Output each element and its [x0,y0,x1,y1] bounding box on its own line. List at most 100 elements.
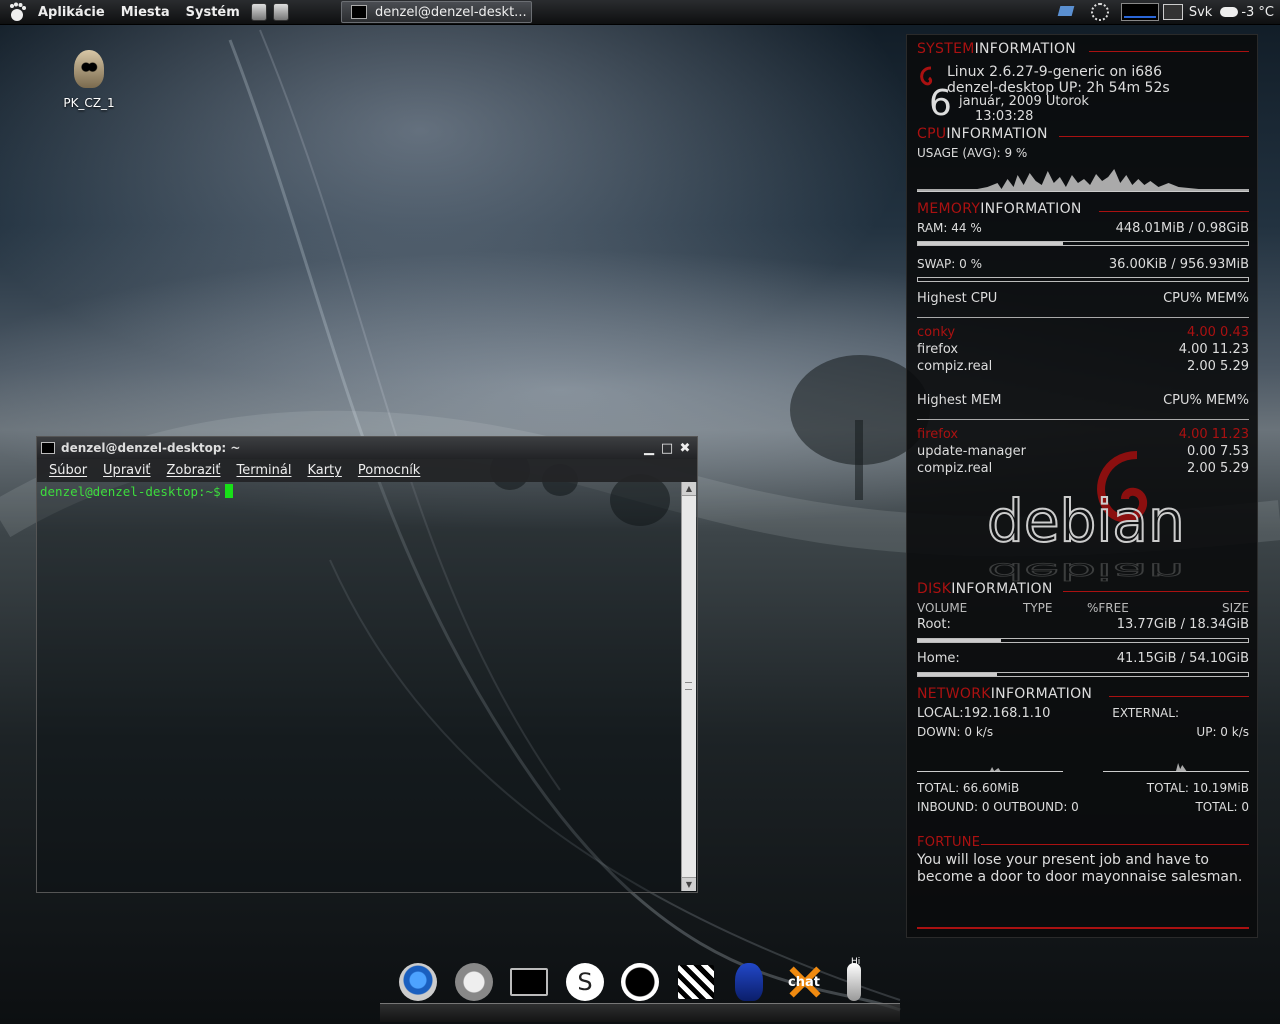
dock-item-firefox[interactable] [396,960,440,1004]
terminal-menubar: Súbor Upraviť Zobraziť Terminál Karty Po… [37,459,697,482]
network-icon[interactable] [1055,4,1077,20]
disk-root-bar [917,638,1249,643]
swap-row: SWAP: 0 % 36.00KiB / 956.93MiB [917,257,1249,272]
fortune-text: You will lose your present job and have … [917,852,1243,885]
dock-item-xchat[interactable]: chat [782,960,826,1004]
disk-home-bar-fill [918,673,998,676]
dock-item-video-editor[interactable] [674,960,718,1004]
launcher-icon[interactable] [272,3,289,21]
top-panel: Aplikácie Miesta Systém denzel@denzel-de… [0,0,1280,25]
wolf-icon [621,963,659,1001]
process-row: conky 4.00 0.43 [917,325,1249,340]
cpu-usage: USAGE (AVG): 9 % [917,146,1028,160]
disk-home-row: Home: 41.15GiB / 54.10GiB [917,651,1249,666]
disk-root-bar-fill [918,639,1001,642]
process-row: compiz.real 2.00 5.29 [917,359,1249,374]
clock-time: 13:03:28 [975,109,1034,124]
menu-applications[interactable]: Aplikácie [30,5,113,20]
cpu-graph [917,165,1249,192]
divider [917,419,1249,420]
skull-icon [74,50,104,88]
minimize-icon[interactable]: ▁ [643,441,655,456]
menu-terminal[interactable]: Terminál [229,463,300,478]
process-row: firefox 4.00 11.23 [917,427,1249,442]
memory-section-header: MEMORYINFORMATION [917,201,1249,217]
gear-icon[interactable] [1090,3,1109,21]
pidgin-icon: Hi [847,957,861,1001]
scroll-up-icon[interactable]: ▲ [682,482,696,496]
fortune-section-header: FORTUNE [917,835,1249,850]
skype-icon: S [566,963,604,1001]
date-text: január, 2009 Utorok [959,94,1089,109]
menu-tabs[interactable]: Karty [299,463,349,478]
network-speed-row: DOWN: 0 k/s UP: 0 k/s [917,725,1249,739]
divider [917,927,1249,929]
menu-places[interactable]: Miesta [113,5,178,20]
ram-bar-fill [918,242,1064,245]
highest-cpu-header: Highest CPU CPU% MEM% [917,291,1249,306]
system-tray: Svk -3 °C [1055,0,1280,24]
taskbar-button-terminal[interactable]: denzel@denzel-deskt... [341,1,532,23]
network-address-row: LOCAL:192.168.1.10 EXTERNAL: [917,706,1179,721]
dock-item-tux[interactable] [727,960,771,1004]
text-cursor [224,484,233,498]
window-controls: ▁ □ ✖ [643,441,691,456]
terminal-titlebar[interactable]: denzel@denzel-desktop: ~ ▁ □ ✖ [37,437,697,459]
pidgin-label: Hi [851,957,861,967]
disk-root-row: Root: 13.77GiB / 18.34GiB [917,617,1249,632]
shell-prompt: denzel@denzel-desktop:~$ [40,484,221,499]
thunderbird-icon [455,963,493,1001]
upload-graph [1103,747,1249,772]
menu-file[interactable]: Súbor [41,463,95,478]
gnome-foot-icon[interactable] [8,2,28,22]
debian-logo: debian debian [987,451,1186,585]
disk-columns: VOLUME TYPE %FREE SIZE [917,601,1249,615]
desktop-icon-label: PK_CZ_1 [63,96,115,110]
video-editor-icon [678,965,714,999]
ram-row: RAM: 44 % 448.01MiB / 0.98GiB [917,221,1249,236]
menu-help[interactable]: Pomocník [350,463,428,478]
xchat-icon: chat [784,963,824,1001]
terminal-window[interactable]: denzel@denzel-desktop: ~ ▁ □ ✖ Súbor Upr… [36,436,698,893]
scroll-grip[interactable] [685,682,692,690]
tux-icon [735,963,763,1001]
network-section-header: NETWORKINFORMATION [917,686,1249,702]
ram-bar [917,241,1249,246]
system-section-header: SYSTEMINFORMATION [917,41,1249,57]
launcher-icon[interactable] [250,3,267,21]
system-monitor-applet[interactable] [1120,3,1159,21]
kernel-info: Linux 2.6.27-9-generic on i686 [947,64,1162,80]
weather-cloud-icon[interactable] [1220,7,1239,17]
keyboard-layout-indicator[interactable]: Svk [1189,5,1212,20]
desktop-icon-pk-cz-1[interactable]: PK_CZ_1 [58,50,120,110]
menu-edit[interactable]: Upraviť [95,463,158,478]
maximize-icon[interactable]: □ [661,441,673,456]
menu-system[interactable]: Systém [178,5,248,20]
divider [917,317,1249,318]
dock-item-skype[interactable]: S [563,960,607,1004]
terminal-scrollbar[interactable]: ▲ ▼ [681,482,696,891]
dock-item-terminal[interactable] [507,960,551,1004]
scroll-down-icon[interactable]: ▼ [682,877,696,891]
workspace-icon[interactable] [1162,4,1183,20]
xchat-label: chat [788,975,820,990]
dock: S chat Hi [380,952,900,1024]
window-title: denzel@denzel-desktop: ~ [61,441,241,455]
dock-item-wolf[interactable] [618,960,662,1004]
terminal-text-area[interactable]: denzel@denzel-desktop:~$ [37,482,681,892]
disk-section-header: DISKINFORMATION [917,581,1249,597]
highest-mem-header: Highest MEM CPU% MEM% [917,393,1249,408]
terminal-icon [41,442,55,454]
debian-logo-text: debian [987,487,1185,555]
close-icon[interactable]: ✖ [679,441,691,456]
network-connections-row: INBOUND: 0 OUTBOUND: 0 TOTAL: 0 [917,800,1249,814]
menu-view[interactable]: Zobraziť [159,463,229,478]
terminal-icon [351,5,367,19]
dock-item-pidgin[interactable]: Hi [832,957,876,1004]
dock-item-thunderbird[interactable] [452,960,496,1004]
swap-bar [917,277,1249,282]
date-day: 6 [929,83,952,124]
temperature-readout[interactable]: -3 °C [1241,5,1274,20]
dock-shelf [380,1003,900,1022]
terminal-icon [510,968,548,996]
